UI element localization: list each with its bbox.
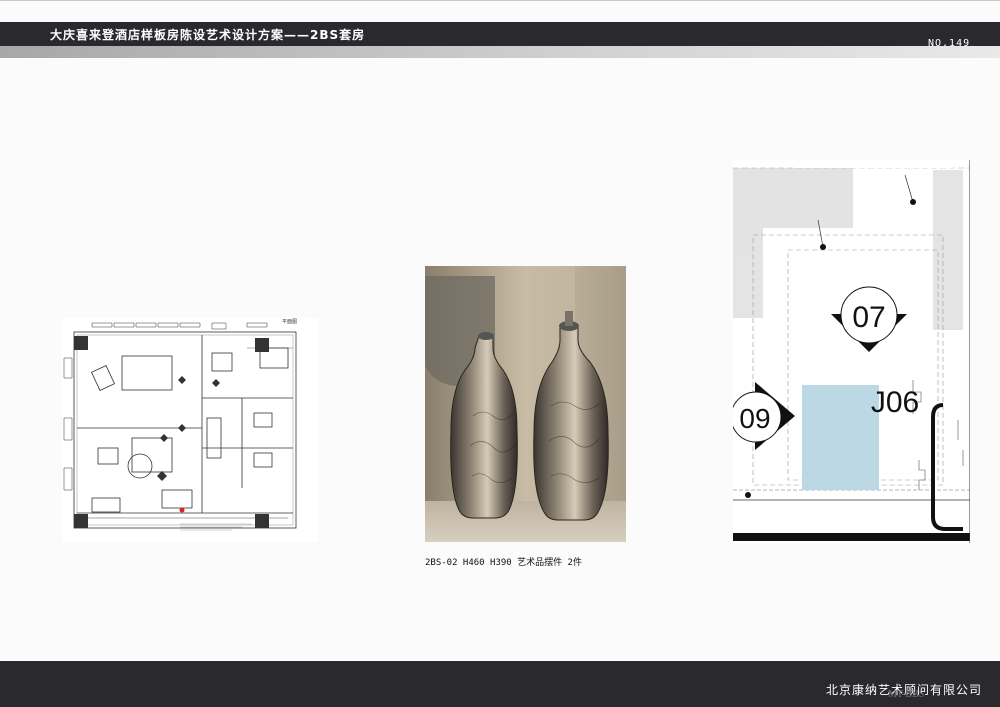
document-title: 大庆喜来登酒店样板房陈设艺术设计方案——2BS套房 [50, 28, 366, 42]
detail-elevation-drawing: 07 09 J06 [730, 160, 971, 543]
highlight-block [802, 385, 879, 490]
tag-j06-label: J06 [871, 386, 919, 419]
floor-plan-drawing: 平面图 [62, 318, 318, 542]
vase-photo [425, 266, 626, 542]
tag-09-marker: 09 [730, 382, 795, 450]
detail-svg: 07 09 J06 [730, 160, 971, 543]
page-number: NO.149 [928, 38, 971, 49]
tag-07-label: 07 [852, 301, 885, 334]
site-watermark: MT-BBS [888, 689, 925, 700]
floor-plan-label: 平面图 [282, 319, 298, 325]
vase-photo-svg [425, 266, 626, 542]
floor-plan-svg [63, 322, 297, 531]
top-rule [0, 0, 1000, 1]
header-gradient [0, 46, 1000, 58]
tag-09-label: 09 [739, 403, 770, 434]
tag-07-marker: 07 [831, 286, 907, 352]
product-caption: 2BS-02 H460 H390 艺术品摆件 2件 [425, 558, 582, 568]
